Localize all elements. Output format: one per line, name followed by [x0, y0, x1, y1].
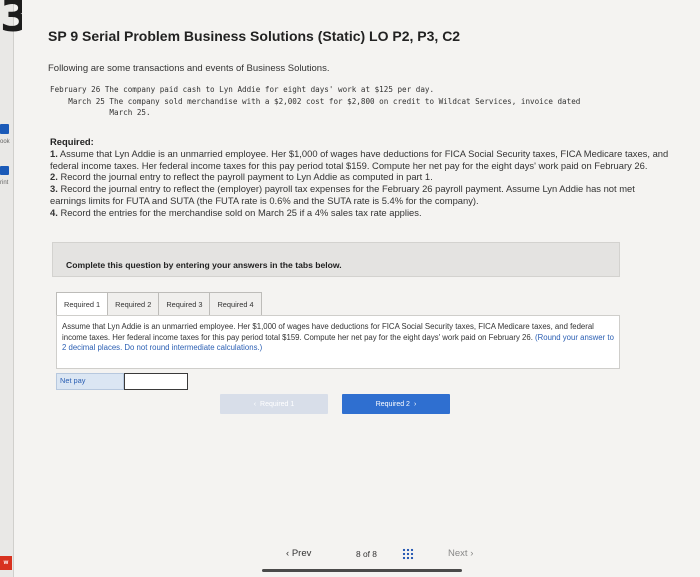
instruction-text: Complete this question by entering your … [66, 260, 342, 270]
left-sidebar [0, 0, 14, 577]
page-title: SP 9 Serial Problem Business Solutions (… [48, 28, 461, 44]
prev-page-label: Prev [291, 548, 312, 559]
question-panel: Assume that Lyn Addie is an unmarried em… [56, 315, 620, 369]
required-heading: Required: [50, 136, 94, 147]
previous-required-button[interactable]: ‹ Required 1 [220, 394, 328, 414]
required-item-number: 1. [50, 147, 58, 159]
prev-page-button[interactable]: ‹ Prev [286, 548, 311, 559]
print-icon[interactable] [0, 166, 9, 175]
tab-bar: Required 1 Required 2 Required 3 Require… [56, 292, 262, 316]
tab-required-1[interactable]: Required 1 [56, 292, 108, 316]
next-required-button[interactable]: Required 2 › [342, 394, 450, 414]
red-app-icon[interactable]: w [0, 556, 12, 570]
transactions-block: February 26 The company paid cash to Lyn… [50, 84, 660, 119]
required-item-number: 3. [50, 183, 58, 195]
pagination-bar: ‹ Prev 8 of 8 Next › [270, 540, 520, 566]
question-text: Assume that Lyn Addie is an unmarried em… [62, 322, 594, 342]
page-indicator: 8 of 8 [356, 549, 377, 559]
chevron-right-icon: › [470, 548, 474, 559]
net-pay-label: Net pay [56, 373, 124, 390]
required-item-text: Record the journal entry to reflect the … [60, 171, 433, 183]
chevron-left-icon: ‹ [286, 548, 290, 559]
tab-required-4[interactable]: Required 4 [209, 292, 262, 316]
required-item: 1. Assume that Lyn Addie is an unmarried… [50, 148, 670, 172]
next-page-button[interactable]: Next › [448, 548, 473, 559]
chevron-left-icon: ‹ [253, 400, 257, 408]
required-item-text: Record the entries for the merchandise s… [60, 206, 422, 218]
scroll-indicator [262, 569, 462, 572]
page: 3 ook rint w SP 9 Serial Problem Busines… [0, 0, 700, 577]
required-item-number: 2. [50, 171, 58, 183]
net-pay-row: Net pay [56, 373, 188, 390]
transaction-line: March 25 The company sold merchandise wi… [50, 96, 581, 106]
required-item-number: 4. [50, 206, 58, 218]
next-required-label: Required 2 [375, 400, 410, 408]
print-label[interactable]: rint [0, 180, 8, 186]
instruction-box: Complete this question by entering your … [52, 242, 620, 277]
tab-required-3[interactable]: Required 3 [158, 292, 210, 316]
intro-text: Following are some transactions and even… [48, 63, 330, 74]
logo: 3 [0, 0, 22, 34]
tab-required-2[interactable]: Required 2 [107, 292, 159, 316]
required-item-text: Assume that Lyn Addie is an unmarried em… [50, 147, 669, 171]
required-item: 4. Record the entries for the merchandis… [50, 207, 670, 219]
grid-icon[interactable] [402, 548, 414, 560]
required-item: 2. Record the journal entry to reflect t… [50, 171, 670, 183]
ebook-icon[interactable] [0, 124, 9, 134]
transaction-line: February 26 The company paid cash to Lyn… [50, 85, 435, 94]
chevron-right-icon: › [413, 400, 417, 408]
transaction-line: March 25. [50, 108, 151, 117]
previous-required-label: Required 1 [260, 400, 295, 408]
required-section: Required: 1. Assume that Lyn Addie is an… [50, 136, 670, 219]
next-page-label: Next [448, 548, 468, 559]
net-pay-input[interactable] [124, 373, 188, 390]
required-item: 3. Record the journal entry to reflect t… [50, 183, 670, 207]
required-item-text: Record the journal entry to reflect the … [50, 183, 635, 206]
ebook-label[interactable]: ook [0, 139, 10, 145]
